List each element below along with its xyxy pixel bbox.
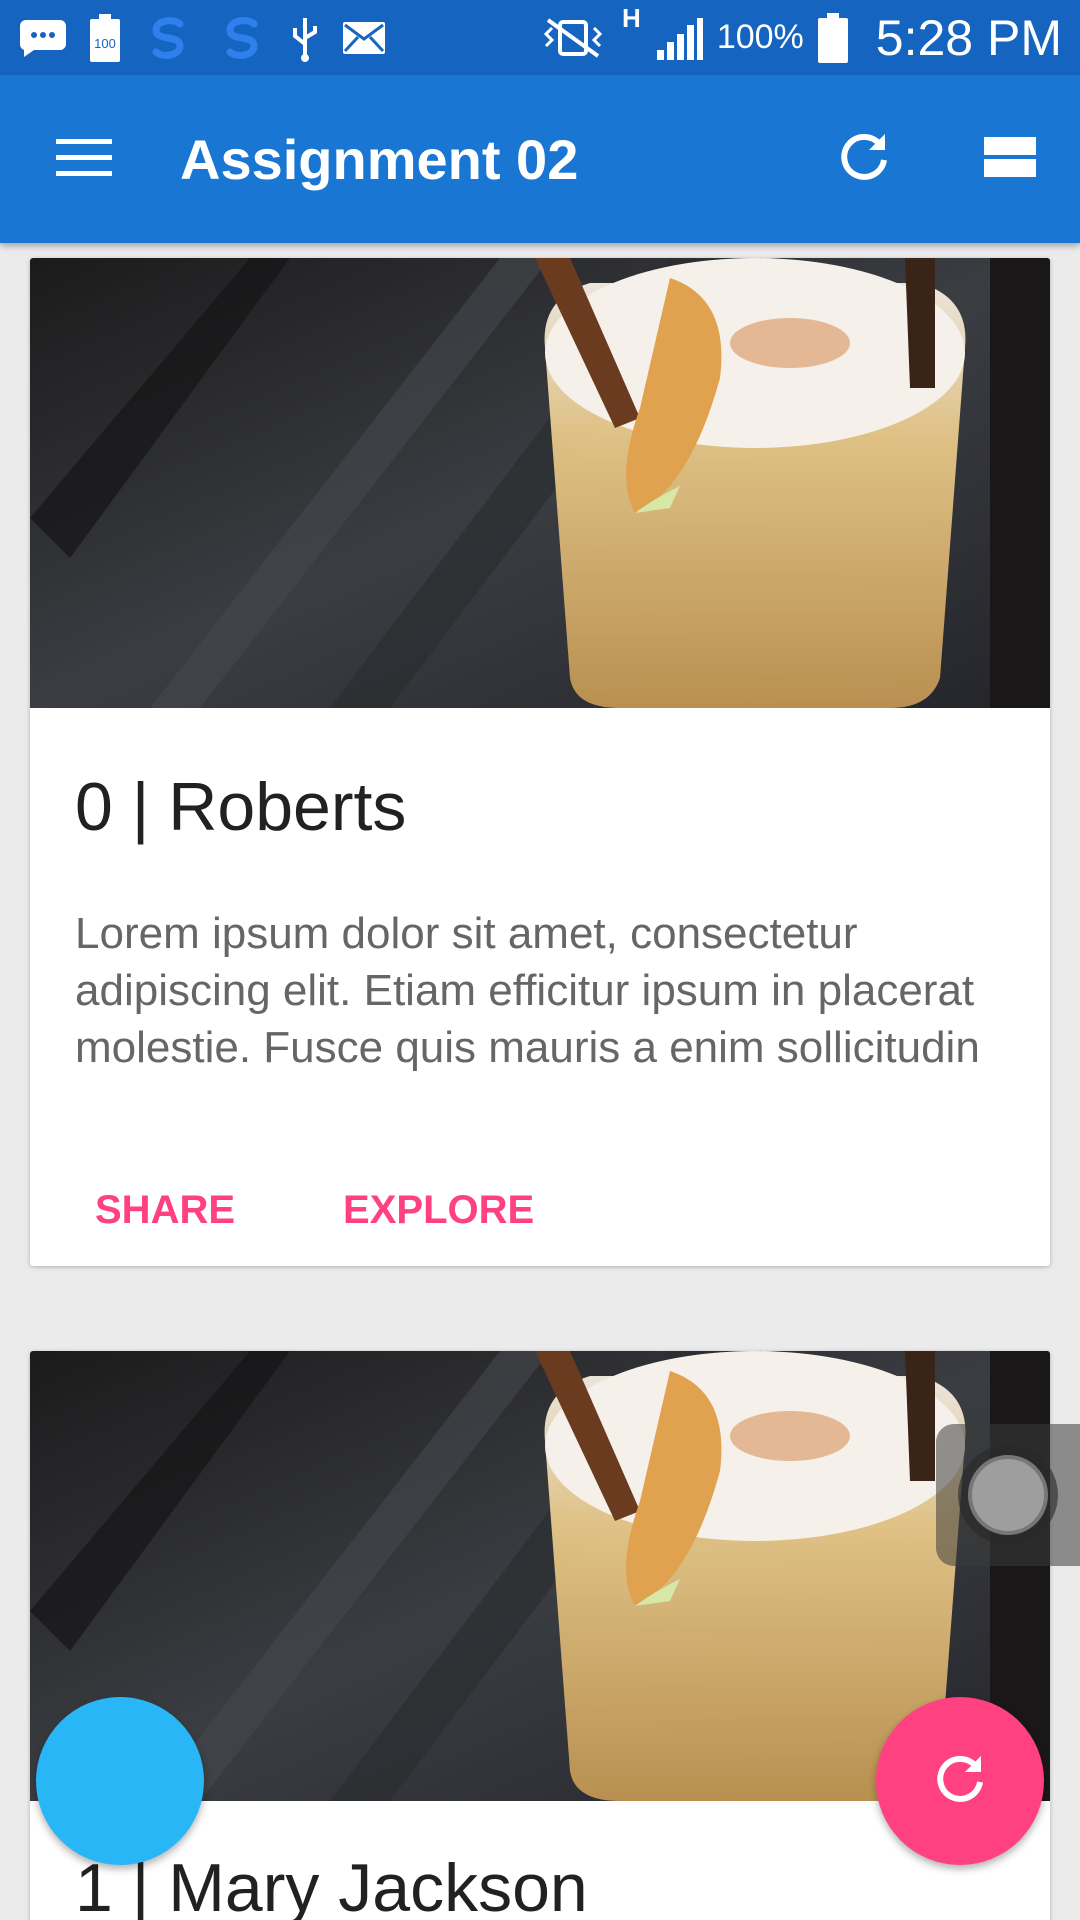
share-button[interactable]: SHARE: [75, 1156, 255, 1266]
floating-action-button-left[interactable]: [36, 1697, 204, 1865]
refresh-icon: [837, 130, 891, 189]
view-toggle-button[interactable]: [960, 109, 1060, 209]
vibrate-mute-icon: [538, 13, 608, 63]
mail-icon: [342, 13, 386, 63]
refresh-icon: [933, 1752, 987, 1811]
usb-icon: [290, 13, 320, 63]
assistive-touch-icon: [958, 1445, 1058, 1545]
card-text: Lorem ipsum dolor sit amet, consectetur …: [75, 908, 980, 1072]
app-bar: Assignment 02: [0, 75, 1080, 243]
explore-button[interactable]: EXPLORE: [323, 1156, 554, 1266]
system-indicators: H 100% 5:28 PM: [538, 2, 1062, 67]
clock: 5:28 PM: [875, 9, 1062, 66]
battery-percent: 100%: [716, 18, 804, 56]
signal-icon: [655, 13, 703, 63]
view-stream-icon: [984, 135, 1036, 184]
card-title: 0 | Roberts: [75, 769, 407, 845]
refresh-fab[interactable]: [876, 1697, 1044, 1865]
skype-icon: [216, 13, 268, 63]
network-type-label: H: [622, 2, 641, 33]
svg-text:100: 100: [94, 36, 116, 51]
assistive-touch-button[interactable]: [936, 1424, 1080, 1566]
app-screen: 100 H 100% 5:28 PM Assignment 02 0 | Rob…: [0, 0, 1080, 1920]
battery-icon: [817, 12, 848, 63]
card-actions: SHARE EXPLORE: [75, 1076, 1005, 1266]
card: 0 | Roberts Lorem ipsum dolor sit amet, …: [30, 258, 1050, 1266]
hamburger-menu-icon: [56, 137, 112, 182]
card-image: [30, 258, 1050, 708]
refresh-button[interactable]: [814, 109, 914, 209]
battery-100-icon: 100: [90, 13, 120, 63]
chat-bubble-icon: [18, 13, 68, 63]
status-bar: 100 H 100% 5:28 PM: [0, 0, 1080, 75]
notification-icons: 100: [18, 13, 386, 63]
page-title: Assignment 02: [180, 127, 579, 191]
skype-icon: [142, 13, 194, 63]
card-title: 1 | Mary Jackson: [75, 1850, 588, 1920]
card-body: 0 | Roberts Lorem ipsum dolor sit amet, …: [30, 708, 1050, 1266]
menu-button[interactable]: [34, 109, 134, 209]
